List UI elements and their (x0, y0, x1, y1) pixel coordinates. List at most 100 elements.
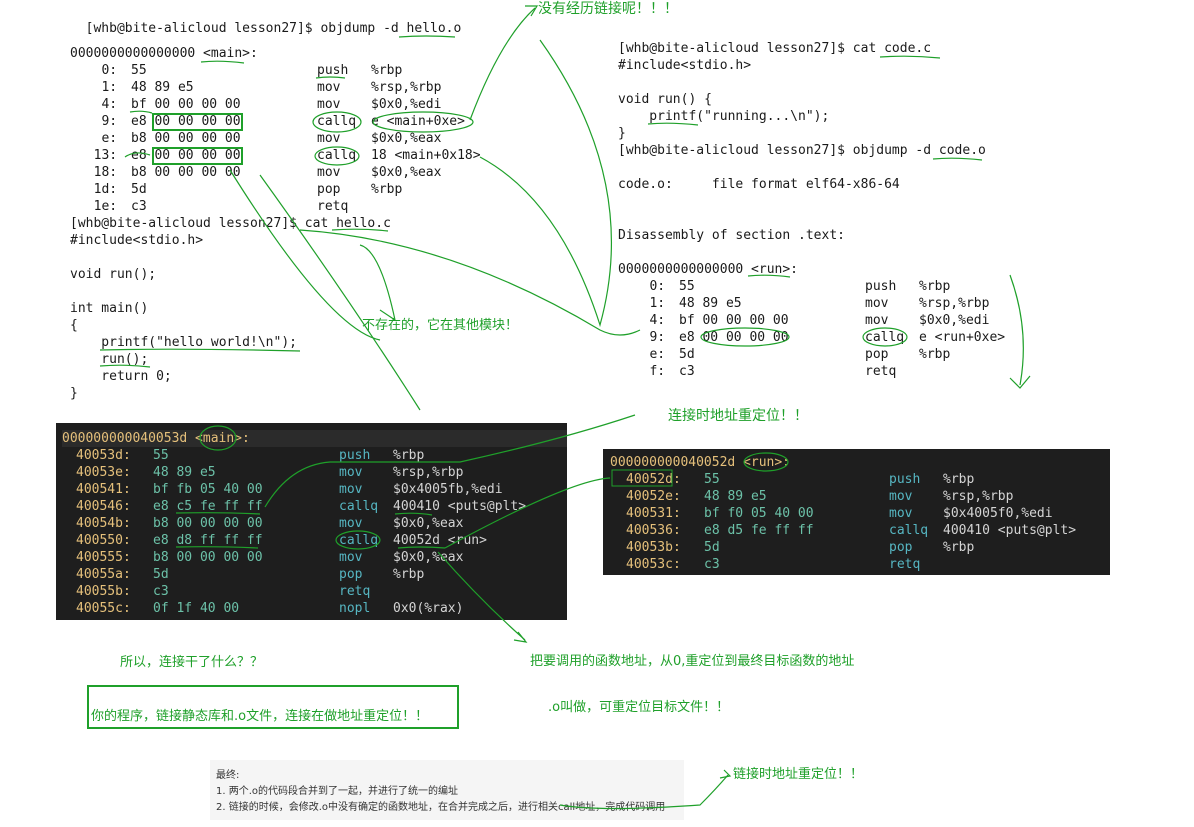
right-objdump-cmd: [whb@bite-alicloud lesson27]$ objdump -d… (618, 143, 986, 158)
linked-args: %rbp (393, 567, 425, 582)
disasm-args: %rbp (371, 182, 403, 197)
disasm-offset: 0: (78, 63, 118, 78)
disasm-bytes: e8 00 00 00 00 (131, 148, 241, 163)
disasm-bytes: b8 00 00 00 00 (131, 165, 241, 180)
disasm-mnemonic: mov (317, 165, 341, 180)
linked-args: $0x4005f0,%edi (943, 506, 1053, 521)
source-line: void run(); (70, 267, 157, 282)
linked-args: %rbp (943, 472, 975, 487)
note-what: 所以，连接干了什么？？ (120, 655, 264, 670)
disasm-args: $0x0,%edi (371, 97, 442, 112)
note-not-exist: 不存在的，它在其他模块！ (362, 318, 519, 333)
linked-args: 400410 <puts@plt> (393, 499, 527, 514)
source-line: #include<stdio.h> (70, 233, 204, 248)
disasm-offset: 13: (78, 148, 118, 163)
disasm-offset: 18: (78, 165, 118, 180)
note-reloc: 连接时地址重定位！！ (668, 408, 808, 424)
disasm-args: %rbp (919, 279, 951, 294)
disasm-offset: 1e: (78, 199, 118, 214)
source-line: printf("running...\n"); (618, 109, 830, 124)
linked-args: %rbp (393, 448, 425, 463)
disasm-mnemonic: callq (317, 114, 357, 129)
linked-args: $0x4005fb,%edi (393, 482, 503, 497)
disasm-offset: 9: (78, 114, 118, 129)
disasm-offset: 1d: (78, 182, 118, 197)
note-your-program: 你的程序，链接静态库和.o文件，连接在做地址重定位！！ (91, 709, 429, 724)
disasm-offset: 4: (626, 313, 666, 328)
disasm-bytes: b8 00 00 00 00 (131, 131, 241, 146)
disasm-mnemonic: push (317, 63, 349, 78)
disasm-bytes: 55 (131, 63, 147, 78)
note-reloc-2: 链接时地址重定位！！ (733, 767, 864, 782)
disasm-mnemonic: callq (317, 148, 357, 163)
linked-args: %rsp,%rbp (393, 465, 464, 480)
disasm-offset: 9: (626, 330, 666, 345)
source-line: } (70, 386, 78, 401)
linked-args: $0x0,%eax (393, 550, 464, 565)
source-line: } (618, 126, 626, 141)
source-line: { (70, 318, 78, 333)
disasm-bytes: 48 89 e5 (679, 296, 742, 311)
disasm-mnemonic: pop (317, 182, 341, 197)
linked-args: $0x0,%eax (393, 516, 464, 531)
final-item-1: 1. 两个.o的代码段合并到了一起，并进行了统一的编址 (216, 786, 459, 797)
run-label: 0000000000000000 <run>: (618, 262, 799, 277)
source-line: printf("hello world!\n"); (70, 335, 297, 350)
disasm-mnemonic: mov (865, 296, 889, 311)
disasm-section: Disassembly of section .text: (618, 228, 845, 243)
source-line: return 0; (70, 369, 172, 384)
disasm-args: %rbp (919, 347, 951, 362)
disasm-mnemonic: retq (317, 199, 349, 214)
disasm-offset: f: (626, 364, 666, 379)
disasm-offset: 1: (626, 296, 666, 311)
disasm-args: %rsp,%rbp (919, 296, 990, 311)
disasm-mnemonic: mov (317, 97, 341, 112)
linked-args (943, 556, 1110, 573)
disasm-mnemonic: retq (865, 364, 897, 379)
source-line: int main() (70, 301, 149, 316)
disasm-offset: e: (78, 131, 118, 146)
disasm-offset: e: (626, 347, 666, 362)
disasm-args: $0x0,%eax (371, 165, 442, 180)
disasm-mnemonic: pop (865, 347, 889, 362)
disasm-mnemonic: mov (865, 313, 889, 328)
disasm-mnemonic: mov (317, 80, 341, 95)
disasm-args: %rsp,%rbp (371, 80, 442, 95)
linked-args: %rbp (943, 540, 975, 555)
disasm-args: $0x0,%edi (919, 313, 990, 328)
arrow-not-exist (479, 39, 613, 328)
disasm-args: e <run+0xe> (919, 330, 1006, 345)
left-main-label: 0000000000000000 <main>: (70, 46, 258, 61)
disasm-args: e <main+0xe> (371, 114, 465, 129)
arrow-no-link (469, 7, 536, 121)
linked-main-disasm: 000000000040053d <main>: 40053d: 55 push %r… (56, 423, 567, 620)
disasm-bytes: bf 00 00 00 00 (131, 97, 241, 112)
linked-args: 0x0(%rax) (393, 601, 464, 616)
linked-run-disasm: 000000000040052d <run>: 40052d: 55 push %rb… (603, 449, 1110, 575)
note-call-address: 把要调用的函数地址，从0,重定位到最终目标函数的地址 (530, 654, 855, 669)
disasm-args: $0x0,%eax (371, 131, 442, 146)
disasm-bytes: 55 (679, 279, 695, 294)
right-cat-cmd: [whb@bite-alicloud lesson27]$ cat code.c (618, 41, 932, 56)
disasm-bytes: 5d (679, 347, 695, 362)
disasm-bytes: e8 00 00 00 00 (679, 330, 789, 345)
disasm-bytes: bf 00 00 00 00 (679, 313, 789, 328)
source-line: run(); (70, 352, 149, 367)
linked-args (393, 583, 567, 600)
disasm-args: 18 <main+0x18> (371, 148, 481, 163)
linked-args: 40052d <run> (393, 533, 487, 548)
disasm-bytes: e8 00 00 00 00 (131, 114, 241, 129)
source-line: void run() { (618, 92, 712, 107)
linked-main-header: 000000000040053d <main>: (62, 430, 567, 447)
disasm-bytes: 5d (131, 182, 147, 197)
disasm-args: %rbp (371, 63, 403, 78)
final-title: 最终: (216, 770, 240, 781)
final-item-2: 2. 链接的时候，会修改.o中没有确定的函数地址，在合并完成之后，进行相关cal… (216, 802, 666, 813)
disasm-mnemonic: callq (865, 330, 905, 345)
note-o-file: .o叫做，可重定位目标文件！！ (548, 700, 730, 715)
disasm-mnemonic: mov (317, 131, 341, 146)
disasm-offset: 4: (78, 97, 118, 112)
file-format: code.o: file format elf64-x86-64 (618, 177, 900, 192)
disasm-bytes: c3 (679, 364, 695, 379)
linked-args: %rsp,%rbp (943, 489, 1014, 504)
